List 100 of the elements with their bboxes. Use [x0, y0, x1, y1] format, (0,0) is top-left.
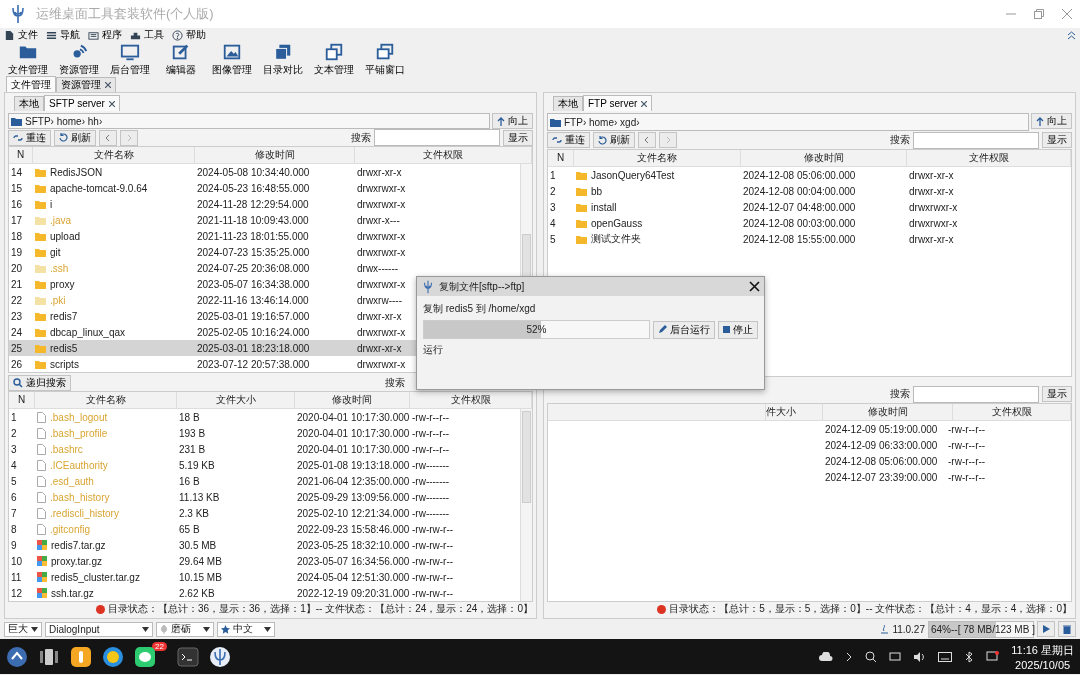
toolbar-button[interactable]: 目录对比 [259, 41, 307, 77]
search-icon[interactable] [865, 650, 878, 663]
trash-button[interactable] [1058, 621, 1076, 637]
table-row[interactable]: 4 .ICEauthority 5.19 KB 2025-01-08 19:13:18.000 -rw------- [9, 457, 520, 473]
close-icon[interactable] [749, 281, 760, 292]
bluetooth-icon[interactable] [964, 650, 975, 663]
close-icon[interactable] [108, 100, 115, 107]
up-button[interactable]: 向上 [1031, 113, 1072, 129]
volume-icon[interactable] [913, 650, 927, 663]
table-row[interactable]: 17 .java 2021-11-18 10:09:43.000 drwxr-x--- [9, 212, 520, 228]
table-row[interactable]: 19 git 2024-07-23 15:35:25.000 drwxrwxr-x [9, 244, 520, 260]
column-header[interactable]: 修改时间 [741, 150, 907, 166]
tab[interactable]: 本地 [14, 96, 44, 111]
play-button[interactable] [1037, 621, 1055, 637]
column-header[interactable]: 文件名称 [574, 150, 741, 166]
show-button[interactable]: 显示 [1042, 386, 1072, 402]
search-field[interactable] [374, 129, 500, 146]
browser-icon[interactable] [102, 645, 124, 668]
size-dropdown[interactable]: 巨大 [4, 621, 42, 637]
table-row[interactable]: 8 .gitconfig 65 B 2022-09-23 15:58:46.000 -rw-rw-r-- [9, 521, 520, 537]
table-row[interactable]: 3 .bashrc 231 B 2020-04-01 10:17:30.000 -rw-r--r-- [9, 441, 520, 457]
column-header[interactable]: 文件名称 [35, 392, 177, 408]
search-field[interactable] [913, 385, 1039, 403]
table-row[interactable]: 11 redis5_cluster.tar.gz 10.15 MB 2024-05-04 12:51:30.000 -rw-rw-r-- [9, 569, 520, 585]
toolbar-button[interactable]: 文件管理 [4, 41, 52, 77]
table-row[interactable]: 10 proxy.tar.gz 29.64 MB 2023-05-07 16:34:56.000 -rw-rw-r-- [9, 553, 520, 569]
table-row[interactable]: 2 .bash_profile 193 B 2020-04-01 10:17:30.000 -rw-r--r-- [9, 425, 520, 441]
launcher-icon[interactable] [6, 645, 28, 668]
display-icon[interactable] [889, 650, 902, 663]
toolbar-button[interactable]: 平铺窗口 [361, 41, 409, 77]
column-header[interactable]: 文件权限 [410, 392, 532, 408]
cloud-icon[interactable] [819, 651, 834, 662]
toolbar-button[interactable]: 文本管理 [310, 41, 358, 77]
table-row[interactable]: 1 .bash_logout 18 B 2020-04-01 10:17:30.000 -rw-r--r-- [9, 409, 520, 425]
toolbar-button[interactable]: 资源管理 [55, 41, 103, 77]
table-row[interactable]: 6 .bash_history 11.13 KB 2025-09-29 13:09:56.000 -rw------- [9, 489, 520, 505]
table-row[interactable]: 14 RedisJSON 2024-05-08 10:34:40.000 drwxr-xr-x [9, 164, 520, 180]
table-row[interactable]: 20 .ssh 2024-07-25 20:36:08.000 drwx------ [9, 260, 520, 276]
menu-item[interactable]: 帮助 [172, 28, 206, 42]
tab[interactable]: 资源管理 [56, 77, 116, 92]
table-row[interactable]: 5 .esd_auth 16 B 2021-06-04 12:35:00.000 -rw------- [9, 473, 520, 489]
table-row[interactable]: 18 upload 2021-11-23 18:01:55.000 drwxrwxr-x [9, 228, 520, 244]
keyboard-icon[interactable] [938, 651, 953, 662]
table-row[interactable]: 12 ssh.tar.gz 2.62 KB 2022-12-19 09:20:31.000 -rw-rw-r-- [9, 585, 520, 601]
restore-icon[interactable] [1034, 9, 1044, 19]
scrollbar[interactable] [520, 409, 532, 601]
terminal-icon[interactable] [176, 645, 199, 668]
tab[interactable]: SFTP server [44, 95, 120, 111]
collapse-icon[interactable] [1067, 30, 1076, 40]
menu-item[interactable]: 文件 [4, 28, 38, 42]
table-row[interactable]: 15 apache-tomcat-9.0.64 2024-05-23 16:48:55.000 drwxrwxr-x [9, 180, 520, 196]
show-button[interactable]: 显示 [1042, 132, 1072, 148]
table-row[interactable]: 5 测试文件夹 2024-12-08 15:55:00.000 drwxr-xr-x [548, 231, 1059, 247]
column-header[interactable]: N [9, 392, 35, 408]
chevron-icon[interactable] [845, 651, 854, 662]
table-row[interactable]: 16 i 2024-11-28 12:29:54.000 drwxrwxr-x [9, 196, 520, 212]
background-run-button[interactable]: 后台运行 [653, 320, 715, 339]
column-header[interactable]: 文件大小 [177, 392, 295, 408]
tab[interactable]: FTP server [583, 95, 653, 111]
search-field[interactable] [913, 131, 1039, 149]
refresh-button[interactable]: 刷新 [593, 132, 635, 148]
table-row[interactable]: 2 bb 2024-12-08 00:04:00.000 drwxr-xr-x [548, 183, 1059, 199]
chat-app-icon[interactable] [134, 645, 156, 668]
app-logo[interactable] [208, 645, 231, 668]
tab[interactable]: 本地 [553, 96, 583, 111]
toolbar-button[interactable]: 编辑器 [157, 41, 205, 77]
column-header[interactable]: 文件名称 [33, 147, 195, 163]
app-icon[interactable] [70, 645, 92, 668]
column-header[interactable]: 文件权限 [953, 404, 1071, 420]
refresh-button[interactable]: 刷新 [54, 129, 96, 146]
table-row[interactable]: 7 .rediscli_history 2.3 KB 2025-02-10 12:21:34.000 -rw------- [9, 505, 520, 521]
table-row[interactable]: 26 scripts 2023-07-12 20:57:38.000 drwxrwxr-x [9, 356, 520, 372]
up-button[interactable]: 向上 [492, 113, 533, 129]
menu-item[interactable]: 工具 [130, 28, 164, 42]
path-field[interactable]: FTP› home› xgd› [547, 113, 1029, 131]
table-row[interactable]: 9 redis7.tar.gz 30.5 MB 2023-05-25 18:32:10.000 -rw-rw-r-- [9, 537, 520, 553]
path-field[interactable]: SFTP› home› hh› [8, 113, 490, 129]
column-header[interactable]: N [548, 150, 574, 166]
close-icon[interactable] [641, 100, 648, 107]
reconnect-button[interactable]: 重连 [8, 129, 51, 146]
column-header[interactable]: N [9, 147, 33, 163]
menu-item[interactable]: 导航 [46, 28, 80, 42]
theme-dropdown[interactable]: 磨砺 [156, 621, 214, 637]
reconnect-button[interactable]: 重连 [547, 132, 590, 148]
toolbar-button[interactable]: 图像管理 [208, 41, 256, 77]
recursive-search-button[interactable]: 递归搜索 [8, 375, 71, 391]
table-row[interactable]: 4 openGauss 2024-12-08 00:03:00.000 drwxrwxr-x [548, 215, 1059, 231]
column-header[interactable]: 文件权限 [355, 147, 532, 163]
language-dropdown[interactable]: 中文 [217, 621, 275, 637]
menu-item[interactable]: 程序 [88, 28, 122, 42]
column-header[interactable]: 修改时间 [195, 147, 355, 163]
column-header[interactable]: 修改时间 [823, 404, 953, 420]
font-dropdown[interactable]: DialogInput [45, 621, 153, 637]
column-header[interactable]: 件大小 [766, 404, 823, 420]
toolbar-button[interactable]: 后台管理 [106, 41, 154, 77]
notification-icon[interactable] [986, 650, 1000, 663]
stop-button[interactable]: 停止 [718, 320, 758, 339]
column-header[interactable]: 修改时间 [295, 392, 410, 408]
close-icon[interactable] [105, 82, 111, 88]
column-header[interactable]: 文件权限 [907, 150, 1071, 166]
